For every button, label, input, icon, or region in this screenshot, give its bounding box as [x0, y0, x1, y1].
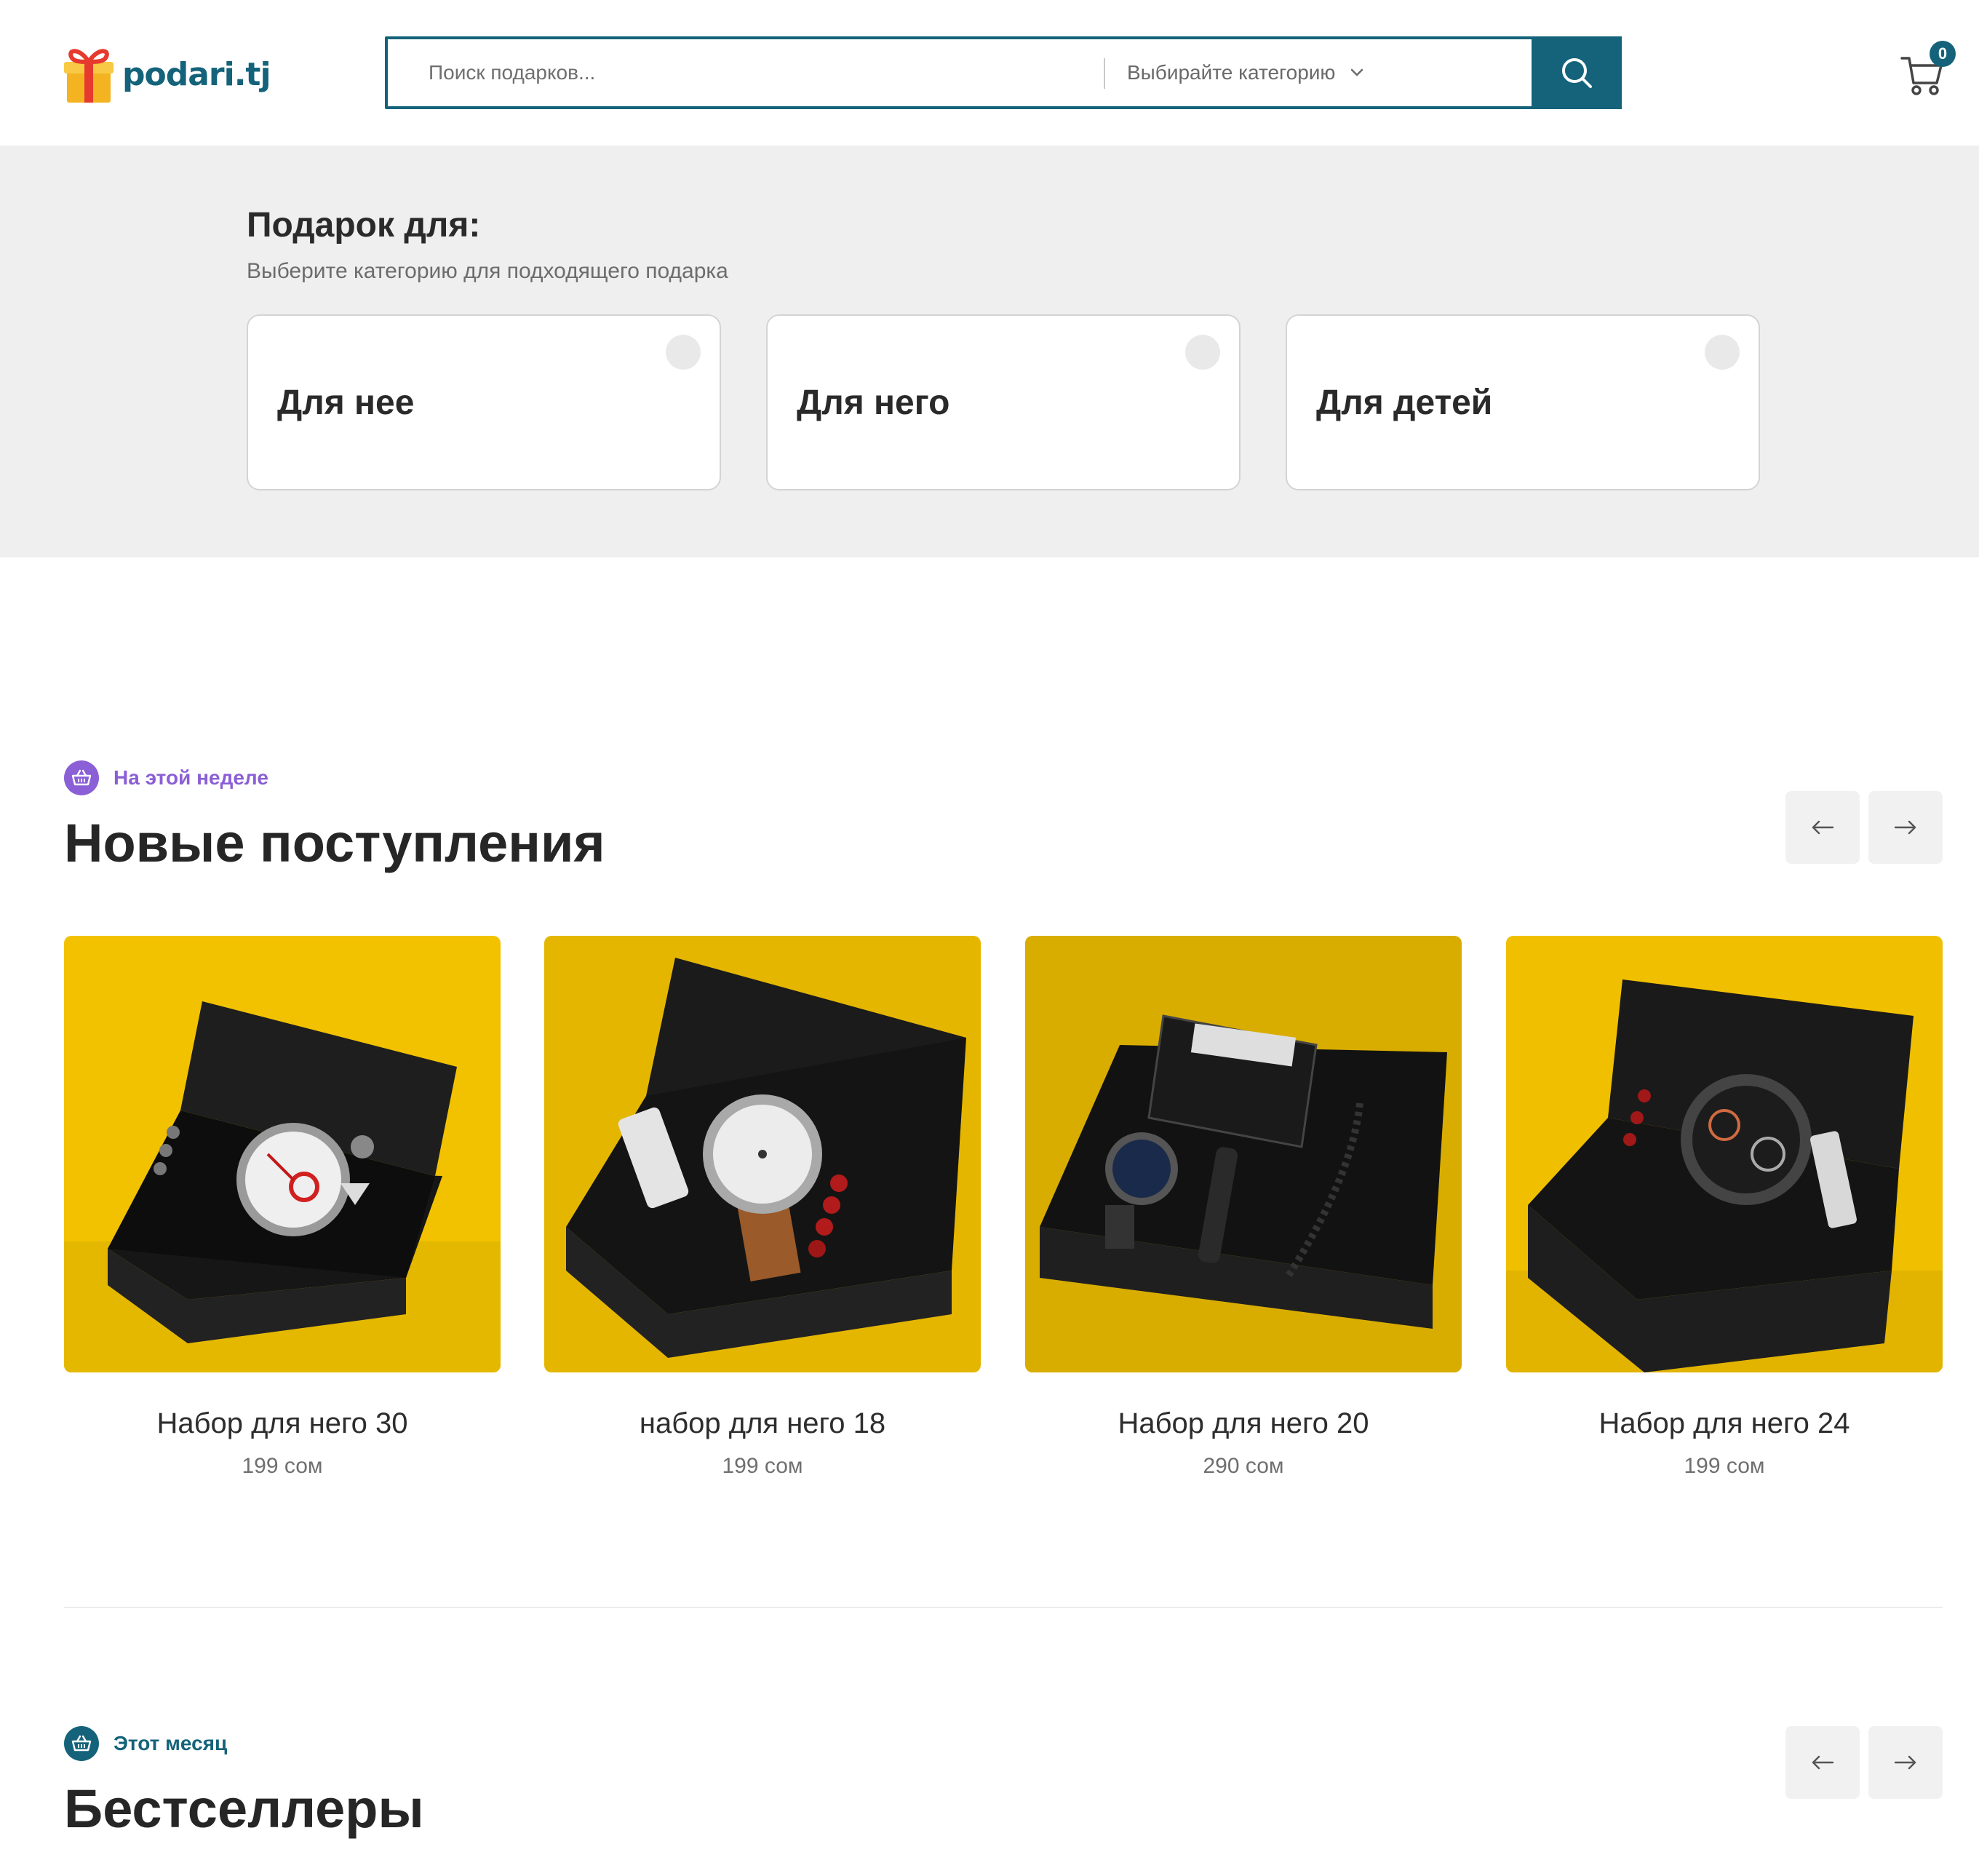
search-bar: Выбирайте категорию [385, 36, 1622, 109]
cart-button[interactable]: 0 [1900, 41, 1959, 99]
gift-card-for-kids[interactable]: Для детей [1286, 314, 1760, 490]
product-image [64, 936, 501, 1372]
product-name: набор для него 18 [639, 1407, 886, 1439]
product-image [1025, 936, 1462, 1372]
arrow-right-icon [1894, 1755, 1916, 1770]
basket-icon [64, 760, 99, 795]
arrow-right-icon [1894, 820, 1916, 835]
gift-card-label: Для него [797, 383, 950, 422]
site-header: podari.tj Выбирайте категорию [0, 0, 1979, 146]
new-arrivals-next-button[interactable] [1868, 791, 1943, 864]
cart-count-badge: 0 [1930, 41, 1956, 67]
new-arrivals-tag-label: На этой неделе [114, 766, 268, 789]
bestsellers-tag-label: Этот месяц [114, 1732, 228, 1754]
product-card[interactable]: Набор для него 20 290 сом [1025, 936, 1462, 1503]
gift-for-section: Подарок для: Выберите категорию для подх… [0, 146, 1979, 557]
logo-text: podari.tj [122, 55, 271, 93]
basket-icon [64, 1726, 99, 1761]
arrow-left-icon [1812, 1755, 1834, 1770]
gift-card-indicator [1185, 335, 1220, 370]
new-arrivals-prev-button[interactable] [1785, 791, 1860, 864]
search-divider [1104, 58, 1105, 89]
gift-logo-icon [64, 49, 114, 103]
gift-card-indicator [1705, 335, 1740, 370]
logo[interactable]: podari.tj [64, 42, 282, 106]
gift-card-for-her[interactable]: Для нее [247, 314, 721, 490]
new-arrivals-title: Новые поступления [64, 813, 605, 873]
bestsellers-tag: Этот месяц [64, 1726, 227, 1761]
section-divider [64, 1607, 1943, 1608]
gift-card-for-him[interactable]: Для него [766, 314, 1241, 490]
product-image [1506, 936, 1943, 1372]
gift-card-label: Для детей [1316, 383, 1493, 422]
category-select[interactable]: Выбирайте категорию [1127, 39, 1389, 106]
search-input[interactable] [429, 39, 1083, 106]
new-arrivals-tag: На этой неделе [64, 760, 268, 795]
gift-for-title: Подарок для: [247, 206, 481, 245]
product-image [544, 936, 981, 1372]
product-price: 199 сом [1684, 1454, 1765, 1478]
gift-for-subtitle: Выберите категорию для подходящего подар… [247, 259, 728, 283]
bestsellers-title: Бестселлеры [64, 1778, 424, 1839]
search-icon [1562, 58, 1592, 88]
product-card[interactable]: набор для него 18 199 сом [544, 936, 981, 1503]
product-card[interactable]: Набор для него 30 199 сом [64, 936, 501, 1503]
product-price: 199 сом [722, 1454, 803, 1478]
bestsellers-next-button[interactable] [1868, 1726, 1943, 1799]
page: podari.tj Выбирайте категорию [0, 0, 1979, 1876]
category-select-label: Выбирайте категорию [1127, 61, 1336, 84]
gift-card-indicator [666, 335, 701, 370]
product-price: 290 сом [1203, 1454, 1284, 1478]
product-name: Набор для него 24 [1598, 1407, 1850, 1439]
product-name: Набор для него 30 [156, 1407, 408, 1439]
arrow-left-icon [1812, 820, 1834, 835]
chevron-down-icon [1351, 68, 1363, 76]
product-name: Набор для него 20 [1118, 1407, 1369, 1439]
search-button[interactable] [1532, 36, 1622, 109]
gift-card-label: Для нее [277, 383, 415, 422]
bestsellers-prev-button[interactable] [1785, 1726, 1860, 1799]
product-price: 199 сом [242, 1454, 323, 1478]
product-card[interactable]: Набор для него 24 199 сом [1506, 936, 1943, 1503]
